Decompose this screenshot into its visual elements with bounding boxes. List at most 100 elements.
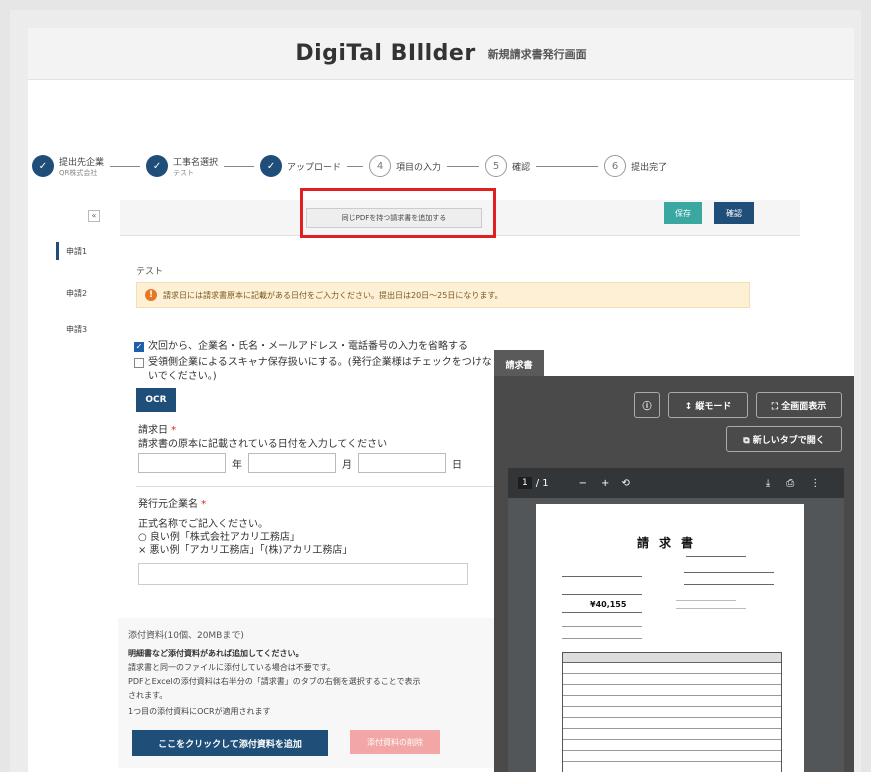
table-row	[563, 707, 781, 718]
doc-line	[686, 556, 746, 557]
required-mark: *	[168, 425, 177, 436]
confirm-button[interactable]: 確認	[714, 202, 754, 224]
nav-active-indicator	[56, 242, 59, 260]
table-row	[563, 696, 781, 707]
step-connector	[347, 165, 364, 167]
nav-item-2[interactable]: 申請2	[66, 288, 87, 299]
step-number: 6	[604, 155, 627, 177]
table-header	[563, 653, 781, 663]
step-connector	[224, 165, 255, 167]
attachments-title: 添付資料(10個、20MBまで)	[128, 631, 244, 641]
invoice-date-field: 請求日 * 請求書の原本に記載されている日付を入力してください 年 月 日	[138, 424, 498, 473]
add-attachment-button[interactable]: ここをクリックして添付資料を追加	[132, 730, 328, 756]
fullscreen-button[interactable]: ⛶ 全画面表示	[756, 392, 842, 418]
step-number: 5	[485, 155, 508, 177]
download-icon[interactable]: ⤓	[766, 478, 770, 489]
info-icon[interactable]: ⓘ	[634, 392, 660, 418]
tab-invoice[interactable]: 請求書	[494, 350, 544, 378]
table-row	[563, 718, 781, 729]
doc-line	[562, 638, 642, 639]
doc-line	[562, 626, 642, 627]
check-icon: ✓	[32, 155, 54, 177]
attach-note: されます。	[128, 691, 168, 700]
doc-line	[676, 608, 746, 609]
vertical-mode-button[interactable]: ↕ 縦モード	[668, 392, 748, 418]
alert-text: 請求日には請求書原本に記載がある日付をご入力ください。提出日は20日〜25日にな…	[163, 290, 503, 300]
scanner-checkbox-row: 受領側企業によるスキャナ保存扱いにする。(発行企業様はチェックをつけないでくださ…	[134, 356, 493, 384]
checkbox-label: 次回から、企業名・氏名・メールアドレス・電話番号の入力を省略する	[148, 341, 468, 352]
app-page: DigiTal BIllder 新規請求書発行画面 ✓ 提出先企業 QR株式会社 …	[28, 28, 854, 772]
attach-note: PDFとExcelの添付資料は右半分の「請求書」のタブの右側を選択することで表示	[128, 677, 421, 686]
step-sub: QR株式会社	[59, 168, 98, 177]
attach-note: 明細書など添付資料があれば追加してください。	[128, 649, 304, 658]
scanner-checkbox[interactable]	[134, 358, 144, 368]
print-icon[interactable]: ⎙	[786, 478, 794, 489]
month-input[interactable]	[248, 453, 336, 473]
doc-line	[562, 576, 642, 577]
page-number-input[interactable]: 1	[518, 477, 532, 489]
skip-input-checkbox[interactable]: ✓	[134, 342, 144, 352]
step-label: アップロード	[287, 162, 342, 173]
step-label: 提出先企業	[59, 157, 105, 168]
table-row	[563, 685, 781, 696]
skip-input-checkbox-row: ✓ 次回から、企業名・氏名・メールアドレス・電話番号の入力を省略する	[134, 340, 493, 354]
document-amount: ¥40,155	[590, 600, 627, 609]
zoom-in-icon[interactable]: +	[601, 478, 609, 489]
doc-line	[684, 584, 774, 585]
zoom-out-icon[interactable]: −	[579, 478, 587, 489]
step-number: 4	[369, 155, 392, 177]
step-label: 確認	[512, 162, 531, 173]
doc-line	[562, 612, 642, 613]
nav-item-1[interactable]: 申請1	[66, 246, 87, 257]
save-button[interactable]: 保存	[664, 202, 702, 224]
step-label: 提出完了	[631, 162, 668, 173]
year-input[interactable]	[138, 453, 226, 473]
company-bad-example: × 悪い例「アカリ工務店」「(株)アカリ工務店」	[138, 545, 353, 556]
step-5: 5 確認	[485, 155, 530, 177]
date-label: 請求日	[138, 425, 168, 436]
attachments-section: 添付資料(10個、20MBまで) 明細書など添付資料があれば追加してください。 …	[118, 618, 498, 768]
invoice-document: 請求書 ¥40,155	[536, 504, 804, 772]
collapse-icon[interactable]: «	[88, 210, 100, 222]
step-label: 工事名選択	[173, 157, 219, 168]
step-connector	[447, 165, 480, 167]
required-mark: *	[198, 499, 207, 510]
document-title: 請求書	[636, 536, 703, 550]
company-name-input[interactable]	[138, 563, 468, 585]
form-name: テスト	[136, 267, 164, 277]
progress-stepper: ✓ 提出先企業 QR株式会社 ✓ 工事名選択 テスト ✓ アップロード 4 項目の入…	[32, 146, 852, 186]
year-unit: 年	[232, 459, 242, 471]
date-description: 請求書の原本に記載されている日付を入力してください	[138, 439, 388, 450]
table-row	[563, 740, 781, 751]
page-total: / 1	[535, 477, 549, 489]
doc-line	[684, 572, 774, 573]
day-input[interactable]	[358, 453, 446, 473]
warning-alert: ! 請求日には請求書原本に記載がある日付をご入力ください。提出日は20日〜25日…	[136, 282, 750, 308]
open-new-tab-button[interactable]: ⧉ 新しいタブで開く	[726, 426, 842, 452]
table-row	[563, 663, 781, 674]
warning-icon: !	[145, 289, 157, 301]
invoice-table	[562, 652, 782, 772]
attach-note: 請求書と同一のファイルに添付している場合は不要です。	[128, 663, 335, 672]
doc-line	[562, 594, 642, 595]
nav-item-3[interactable]: 申請3	[66, 324, 87, 335]
step-sub: テスト	[173, 168, 195, 177]
more-icon[interactable]: ⋮	[810, 478, 820, 489]
delete-attachment-button[interactable]: 添付資料の削除	[350, 730, 440, 754]
step-3: ✓ アップロード	[260, 155, 341, 177]
ocr-button[interactable]: OCR	[136, 388, 176, 412]
step-1: ✓ 提出先企業 QR株式会社	[32, 155, 104, 178]
rotate-icon[interactable]: ⟲	[621, 478, 629, 489]
company-description: 正式名称でご記入ください。	[138, 519, 268, 530]
issuer-company-field: 発行元企業名 * 正式名称でご記入ください。 ○ 良い例「株式会社アカリ工務店」…	[138, 498, 498, 585]
pdf-toolbar: 1 / 1 − + ⟲ ⤓ ⎙ ⋮	[508, 468, 844, 498]
company-label: 発行元企業名	[138, 499, 198, 510]
pdf-canvas[interactable]: 請求書 ¥40,155	[508, 498, 844, 772]
checkbox-label: 受領側企業によるスキャナ保存扱いにする。(発行企業様はチェックをつけないでくださ…	[148, 357, 492, 382]
table-row	[563, 674, 781, 685]
pdf-viewer-panel: ⓘ ↕ 縦モード ⛶ 全画面表示 ⧉ 新しいタブで開く 1 / 1 − + ⟲ …	[494, 376, 854, 772]
step-connector	[110, 165, 141, 167]
day-unit: 日	[452, 459, 462, 471]
app-logo: DigiTal BIllder	[295, 41, 476, 66]
month-unit: 月	[342, 459, 352, 471]
